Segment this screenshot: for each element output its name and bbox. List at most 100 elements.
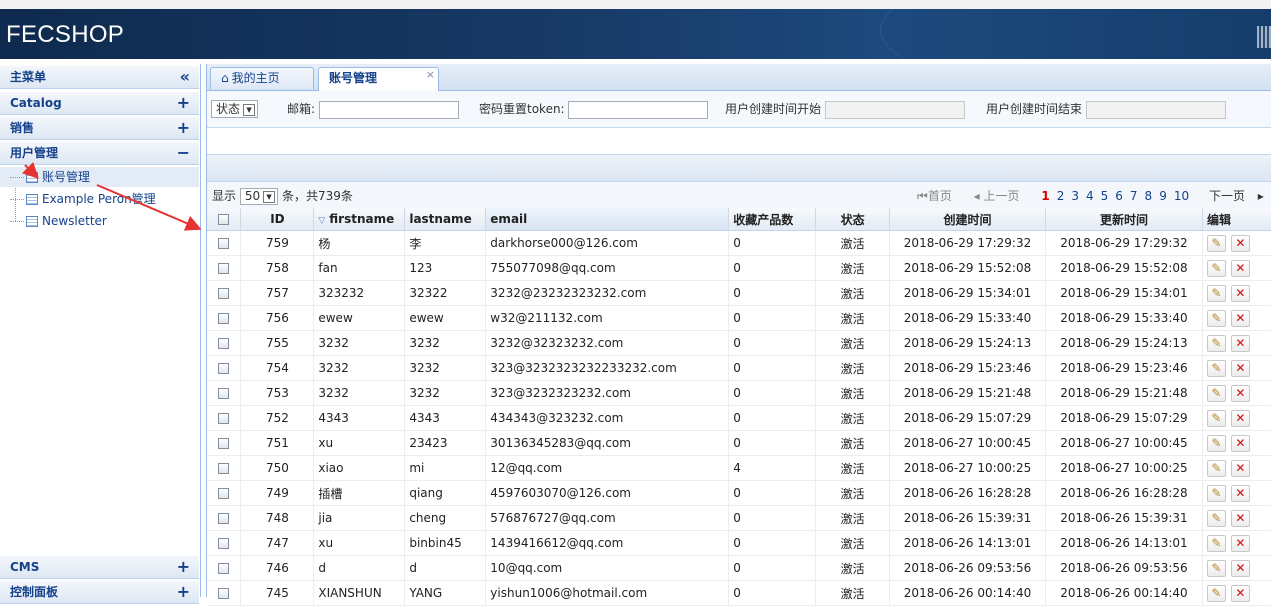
- row-checkbox[interactable]: [218, 413, 230, 424]
- page-number-7[interactable]: 7: [1130, 189, 1138, 203]
- row-checkbox[interactable]: [218, 538, 230, 549]
- page-number-5[interactable]: 5: [1101, 189, 1109, 203]
- next-page-button[interactable]: 下一页 ▸: [1209, 189, 1264, 203]
- table-row[interactable]: 747 xu binbin45 1439416612@qq.com 0 激活 2018-06…: [207, 530, 1271, 556]
- created-from-field[interactable]: [824, 100, 965, 119]
- table-row[interactable]: 748 jia cheng 576876727@qq.com 0 激活 2018-06-26…: [207, 505, 1271, 531]
- page-number-10[interactable]: 10: [1174, 189, 1189, 203]
- column-header-updated[interactable]: 更新时间: [1045, 208, 1203, 231]
- row-checkbox[interactable]: [218, 388, 230, 399]
- table-row[interactable]: 745 XIANSHUN YANG yishun1006@hotmail.com 0 激活…: [207, 580, 1271, 606]
- page-size-select[interactable]: 50 ▼: [239, 188, 279, 205]
- sidebar-item-newsletter[interactable]: Newsletter: [10, 211, 107, 231]
- row-checkbox[interactable]: [218, 563, 230, 574]
- prev-page-button[interactable]: ◂ 上一页: [974, 189, 1029, 203]
- page-number-6[interactable]: 6: [1115, 189, 1123, 203]
- expand-icon[interactable]: +: [177, 556, 190, 578]
- column-header-status[interactable]: 状态: [815, 208, 891, 231]
- edit-pencil-icon[interactable]: ✎: [1206, 584, 1226, 602]
- table-row[interactable]: 757 323232 32322 3232@23232323232.com 0 激活 201…: [207, 280, 1271, 306]
- row-checkbox[interactable]: [218, 338, 230, 349]
- status-filter[interactable]: 状态 ▼: [211, 99, 259, 119]
- column-header-firstname[interactable]: ▽ firstname: [313, 208, 406, 231]
- page-number-1[interactable]: 1: [1041, 189, 1049, 203]
- delete-x-icon[interactable]: ✕: [1230, 534, 1250, 552]
- delete-x-icon[interactable]: ✕: [1230, 409, 1250, 427]
- table-row[interactable]: 758 fan 123 755077098@qq.com 0 激活 2018-06-29 1…: [207, 255, 1271, 281]
- table-row[interactable]: 749 插槽 qiang 4597603070@126.com 0 激活 2018-06-2…: [207, 480, 1271, 506]
- edit-pencil-icon[interactable]: ✎: [1206, 284, 1226, 302]
- edit-pencil-icon[interactable]: ✎: [1206, 509, 1226, 527]
- tab-home[interactable]: ⌂ 我的主页: [210, 67, 314, 89]
- select-all-checkbox[interactable]: [218, 214, 230, 225]
- row-checkbox[interactable]: [218, 463, 230, 474]
- edit-pencil-icon[interactable]: ✎: [1206, 459, 1226, 477]
- sidebar-section-user-management[interactable]: 用户管理 −: [0, 141, 199, 165]
- sidebar-section-sales[interactable]: 销售 +: [0, 116, 199, 140]
- edit-pencil-icon[interactable]: ✎: [1206, 384, 1226, 402]
- row-checkbox[interactable]: [218, 363, 230, 374]
- delete-x-icon[interactable]: ✕: [1230, 509, 1250, 527]
- delete-x-icon[interactable]: ✕: [1230, 484, 1250, 502]
- row-checkbox[interactable]: [218, 263, 230, 274]
- expand-icon[interactable]: +: [177, 117, 190, 139]
- edit-pencil-icon[interactable]: ✎: [1206, 434, 1226, 452]
- delete-x-icon[interactable]: ✕: [1230, 309, 1250, 327]
- table-row[interactable]: 754 3232 3232 323@3232323232233232.com 0 激活 20…: [207, 355, 1271, 381]
- status-select[interactable]: 状态 ▼: [211, 100, 259, 118]
- delete-x-icon[interactable]: ✕: [1230, 459, 1250, 477]
- delete-x-icon[interactable]: ✕: [1230, 234, 1250, 252]
- app-logo[interactable]: FECSHOP: [6, 21, 124, 49]
- header-grid-icon[interactable]: [1257, 26, 1271, 48]
- page-number-9[interactable]: 9: [1159, 189, 1167, 203]
- collapse-sidebar-icon[interactable]: «: [180, 66, 190, 88]
- table-row[interactable]: 752 4343 4343 434343@323232.com 0 激活 2018-06-2…: [207, 405, 1271, 431]
- row-checkbox[interactable]: [218, 238, 230, 249]
- edit-pencil-icon[interactable]: ✎: [1206, 409, 1226, 427]
- delete-x-icon[interactable]: ✕: [1230, 584, 1250, 602]
- row-checkbox[interactable]: [218, 513, 230, 524]
- column-header-id[interactable]: ID: [240, 208, 315, 231]
- edit-pencil-icon[interactable]: ✎: [1206, 559, 1226, 577]
- sidebar-item-example-peron[interactable]: Example Peron管理: [10, 189, 156, 209]
- row-checkbox[interactable]: [218, 313, 230, 324]
- delete-x-icon[interactable]: ✕: [1230, 359, 1250, 377]
- sidebar-item-account-management[interactable]: 账号管理: [0, 167, 199, 187]
- delete-x-icon[interactable]: ✕: [1230, 259, 1250, 277]
- edit-pencil-icon[interactable]: ✎: [1206, 259, 1226, 277]
- page-number-3[interactable]: 3: [1071, 189, 1079, 203]
- table-row[interactable]: 755 3232 3232 3232@32323232.com 0 激活 2018-06-2…: [207, 330, 1271, 356]
- token-field[interactable]: [568, 100, 709, 119]
- tab-account-management[interactable]: 账号管理 ×: [318, 67, 439, 91]
- edit-pencil-icon[interactable]: ✎: [1206, 484, 1226, 502]
- delete-x-icon[interactable]: ✕: [1230, 559, 1250, 577]
- row-checkbox[interactable]: [218, 488, 230, 499]
- edit-pencil-icon[interactable]: ✎: [1206, 309, 1226, 327]
- delete-x-icon[interactable]: ✕: [1230, 334, 1250, 352]
- expand-icon[interactable]: +: [177, 581, 190, 603]
- column-header-created[interactable]: 创建时间: [889, 208, 1046, 231]
- collapse-icon[interactable]: −: [177, 142, 190, 164]
- column-header-email[interactable]: email: [485, 208, 730, 231]
- delete-x-icon[interactable]: ✕: [1230, 434, 1250, 452]
- sidebar-section-cms[interactable]: CMS +: [0, 555, 199, 579]
- table-row[interactable]: 751 xu 23423 30136345283@qq.com 0 激活 2018-06-2…: [207, 430, 1271, 456]
- table-row[interactable]: 746 d d 10@qq.com 0 激活 2018-06-26 09:53:56 2018…: [207, 555, 1271, 581]
- edit-pencil-icon[interactable]: ✎: [1206, 334, 1226, 352]
- expand-icon[interactable]: +: [177, 92, 190, 114]
- table-row[interactable]: 756 ewew ewew w32@211132.com 0 激活 2018-06-29 1…: [207, 305, 1271, 331]
- column-header-lastname[interactable]: lastname: [404, 208, 487, 231]
- sidebar-section-control-panel[interactable]: 控制面板 +: [0, 580, 199, 604]
- email-field[interactable]: [318, 100, 459, 119]
- table-row[interactable]: 759 杨李 darkhorse000@126.com 0 激活 2018-06-29 1…: [207, 230, 1271, 256]
- row-checkbox[interactable]: [218, 288, 230, 299]
- delete-x-icon[interactable]: ✕: [1230, 384, 1250, 402]
- page-number-2[interactable]: 2: [1057, 189, 1065, 203]
- edit-pencil-icon[interactable]: ✎: [1206, 234, 1226, 252]
- column-header-favorites[interactable]: 收藏产品数: [728, 208, 817, 231]
- edit-pencil-icon[interactable]: ✎: [1206, 359, 1226, 377]
- page-number-8[interactable]: 8: [1145, 189, 1153, 203]
- first-page-button[interactable]: ⏮首页: [917, 189, 961, 203]
- row-checkbox[interactable]: [218, 438, 230, 449]
- row-checkbox[interactable]: [218, 588, 230, 599]
